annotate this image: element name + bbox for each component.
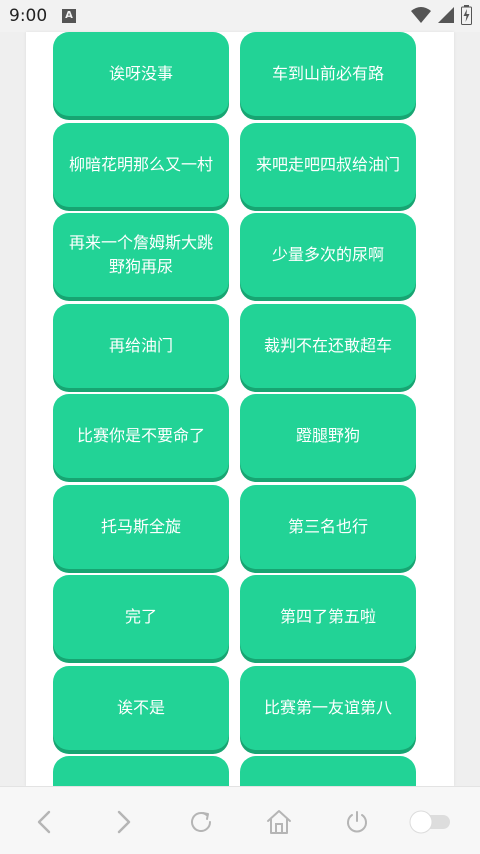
phrase-button[interactable]: 少量多次的尿啊 xyxy=(240,213,416,297)
status-time: 9:00 xyxy=(9,6,48,26)
phrase-button[interactable] xyxy=(240,756,416,786)
phrase-button[interactable]: 来吧走吧四叔给油门 xyxy=(240,122,416,207)
forward-button[interactable] xyxy=(106,805,140,839)
power-button[interactable] xyxy=(340,805,374,839)
power-icon xyxy=(347,811,367,833)
phrase-button[interactable]: 再给油门 xyxy=(53,303,229,388)
toggle-switch[interactable] xyxy=(406,805,454,839)
toggle-icon xyxy=(409,810,450,834)
phrase-button[interactable]: 第四了第五啦 xyxy=(240,575,416,659)
phrase-button[interactable]: 诶不是 xyxy=(53,665,229,750)
phrase-button[interactable]: 第三名也行 xyxy=(240,484,416,569)
phrase-button[interactable]: 托马斯全旋 xyxy=(53,484,229,569)
bottom-nav-bar xyxy=(0,786,480,854)
phrase-button[interactable]: 裁判不在还敢超车 xyxy=(240,303,416,388)
phrase-button[interactable]: 柳暗花明那么又一村 xyxy=(53,122,229,207)
battery-icon xyxy=(461,5,472,25)
phrase-button[interactable]: 比赛第一友谊第八 xyxy=(240,665,416,750)
refresh-button[interactable] xyxy=(184,805,218,839)
home-icon xyxy=(267,810,291,834)
signal-icon xyxy=(438,7,454,23)
notification-icon: A xyxy=(62,9,76,23)
phrase-button[interactable]: 诶呀没事 xyxy=(53,32,229,116)
phrase-button[interactable]: 车到山前必有路 xyxy=(240,32,416,116)
phrase-button[interactable]: 完了 xyxy=(53,575,229,659)
forward-icon xyxy=(117,810,131,834)
status-bar: 9:00 A xyxy=(0,0,480,32)
content-area[interactable]: 诶呀没事 车到山前必有路 柳暗花明那么又一村 来吧走吧四叔给油门 再来一个詹姆斯大跳野狗… xyxy=(26,32,454,786)
phrase-button[interactable]: 诶不是我怎么第八 xyxy=(53,756,229,786)
phrase-button[interactable]: 再来一个詹姆斯大跳野狗再尿 xyxy=(53,213,229,297)
back-button[interactable] xyxy=(28,805,62,839)
status-icons xyxy=(411,5,472,25)
home-button[interactable] xyxy=(262,805,296,839)
back-icon xyxy=(37,810,51,834)
phrase-button[interactable]: 蹬腿野狗 xyxy=(240,394,416,478)
wifi-icon xyxy=(411,7,431,23)
refresh-icon xyxy=(191,812,211,833)
phrase-button[interactable]: 比赛你是不要命了 xyxy=(53,394,229,478)
